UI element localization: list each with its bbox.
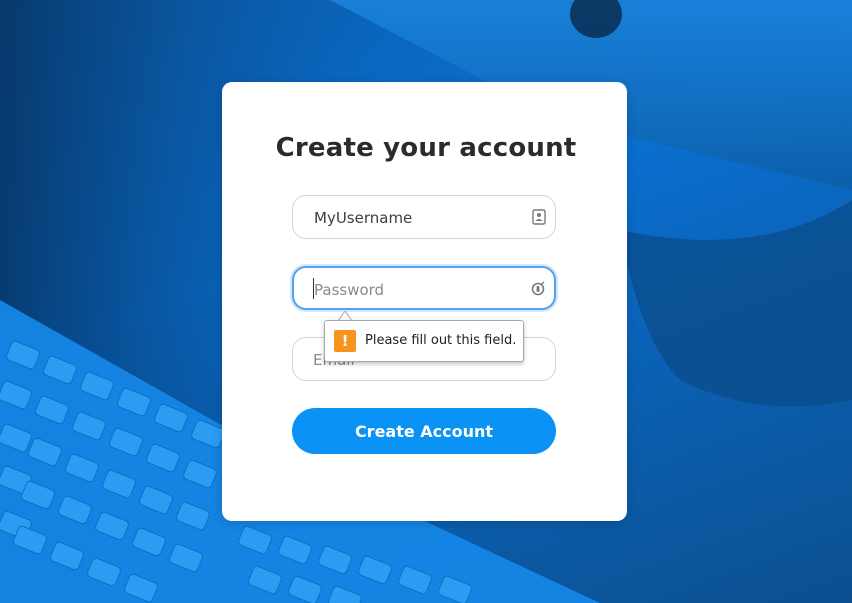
username-value: MyUsername: [314, 209, 413, 227]
create-account-button[interactable]: Create Account: [292, 408, 556, 454]
username-field[interactable]: MyUsername: [292, 195, 556, 239]
password-manager-icon[interactable]: [531, 281, 545, 297]
password-field[interactable]: Password: [292, 266, 556, 310]
password-placeholder: Password: [314, 281, 385, 299]
contact-card-icon[interactable]: [532, 209, 546, 225]
validation-tooltip: ! Please fill out this field.: [324, 320, 524, 362]
page-title: Create your account: [275, 133, 577, 163]
validation-message: Please fill out this field.: [365, 333, 517, 348]
warning-icon: !: [334, 330, 356, 352]
